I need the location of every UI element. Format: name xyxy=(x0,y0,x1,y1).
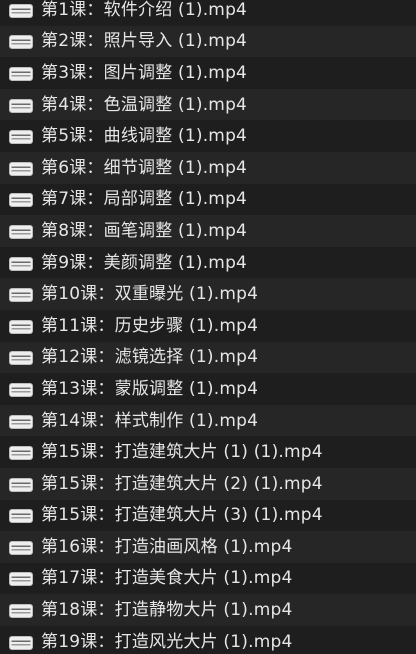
file-row[interactable]: 第15课：打造建筑大片 (2) (1).mp4 xyxy=(0,467,416,500)
video-file-icon xyxy=(9,256,33,271)
file-name: 第15课：打造建筑大片 (2) (1).mp4 xyxy=(41,473,323,494)
file-row[interactable]: 第8课：画笔调整 (1).mp4 xyxy=(0,215,416,247)
video-file-icon xyxy=(9,3,33,18)
file-row[interactable]: 第17课：打造美食大片 (1).mp4 xyxy=(0,563,416,595)
video-file-icon xyxy=(9,192,33,208)
file-rows: 第1课：软件介绍 (1).mp4 第2课：照片导入 (1).mp4 第3课：图片调整… xyxy=(0,0,416,654)
file-name: 第10课：双重曝光 (1).mp4 xyxy=(41,284,259,305)
video-file-icon xyxy=(9,98,33,113)
file-row[interactable]: 第16课：打造油画风格 (1).mp4 xyxy=(0,531,416,563)
file-row[interactable]: 第12课：滤镜选择 (1).mp4 xyxy=(0,341,416,374)
file-name: 第7课：局部调整 (1).mp4 xyxy=(41,189,248,210)
file-name: 第6课：细节调整 (1).mp4 xyxy=(41,157,248,178)
file-name: 第8课：画笔调整 (1).mp4 xyxy=(41,220,248,241)
file-list: 第1课：软件介绍 (1).mp4 第2课：照片导入 (1).mp4 第3课：图片调整… xyxy=(0,0,416,654)
file-row[interactable]: 第14课：样式制作 (1).mp4 xyxy=(0,404,416,437)
file-name: 第12课：滤镜选择 (1).mp4 xyxy=(41,347,259,368)
file-row[interactable]: 第7课：局部调整 (1).mp4 xyxy=(0,184,416,216)
video-file-icon xyxy=(9,224,33,239)
file-name: 第19课：打造风光大片 (1).mp4 xyxy=(41,631,293,652)
file-name: 第9课：美颜调整 (1).mp4 xyxy=(41,252,248,273)
file-row[interactable]: 第9课：美颜调整 (1).mp4 xyxy=(0,247,416,279)
file-name: 第15课：打造建筑大片 (3) (1).mp4 xyxy=(41,505,323,526)
video-file-icon xyxy=(9,319,33,334)
video-file-icon xyxy=(9,129,33,145)
file-row[interactable]: 第6课：细节调整 (1).mp4 xyxy=(0,151,416,184)
video-file-icon xyxy=(9,477,33,492)
file-name: 第1课：软件介绍 (1).mp4 xyxy=(41,0,248,20)
file-row[interactable]: 第5课：曲线调整 (1).mp4 xyxy=(0,120,416,152)
video-file-icon xyxy=(9,414,33,429)
file-name: 第14课：样式制作 (1).mp4 xyxy=(41,410,259,431)
video-file-icon xyxy=(9,635,33,650)
video-file-icon xyxy=(9,66,33,81)
file-row[interactable]: 第2课：照片导入 (1).mp4 xyxy=(0,25,416,58)
video-file-icon xyxy=(9,350,33,366)
video-file-icon xyxy=(9,540,33,555)
file-name: 第18课：打造静物大片 (1).mp4 xyxy=(41,600,293,621)
file-name: 第3课：图片调整 (1).mp4 xyxy=(41,62,248,83)
file-row[interactable]: 第4课：色温调整 (1).mp4 xyxy=(0,88,416,121)
video-file-icon xyxy=(9,382,33,397)
video-file-icon xyxy=(9,287,33,303)
file-name: 第16课：打造油画风格 (1).mp4 xyxy=(41,536,293,557)
file-row[interactable]: 第1课：软件介绍 (1).mp4 xyxy=(0,0,416,26)
file-name: 第11课：历史步骤 (1).mp4 xyxy=(41,315,259,336)
file-row[interactable]: 第3课：图片调整 (1).mp4 xyxy=(0,57,416,89)
video-file-icon xyxy=(9,571,33,587)
file-row[interactable]: 第15课：打造建筑大片 (3) (1).mp4 xyxy=(0,500,416,532)
file-name: 第4课：色温调整 (1).mp4 xyxy=(41,94,248,115)
file-row[interactable]: 第15课：打造建筑大片 (1) (1).mp4 xyxy=(0,436,416,468)
file-row[interactable]: 第10课：双重曝光 (1).mp4 xyxy=(0,278,416,310)
file-row[interactable]: 第11课：历史步骤 (1).mp4 xyxy=(0,310,416,342)
file-row[interactable]: 第13课：蒙版调整 (1).mp4 xyxy=(0,373,416,405)
file-row[interactable]: 第18课：打造静物大片 (1).mp4 xyxy=(0,594,416,626)
video-file-icon xyxy=(9,161,33,176)
video-file-icon xyxy=(9,508,33,524)
video-file-icon xyxy=(9,34,33,50)
file-name: 第2课：照片导入 (1).mp4 xyxy=(41,31,248,52)
file-row[interactable]: 第19课：打造风光大片 (1).mp4 xyxy=(0,626,416,654)
file-name: 第17课：打造美食大片 (1).mp4 xyxy=(41,568,293,589)
file-name: 第5课：曲线调整 (1).mp4 xyxy=(41,126,248,147)
file-name: 第15课：打造建筑大片 (1) (1).mp4 xyxy=(41,442,323,463)
video-file-icon xyxy=(9,445,33,461)
file-name: 第13课：蒙版调整 (1).mp4 xyxy=(41,378,259,399)
video-file-icon xyxy=(9,603,33,619)
